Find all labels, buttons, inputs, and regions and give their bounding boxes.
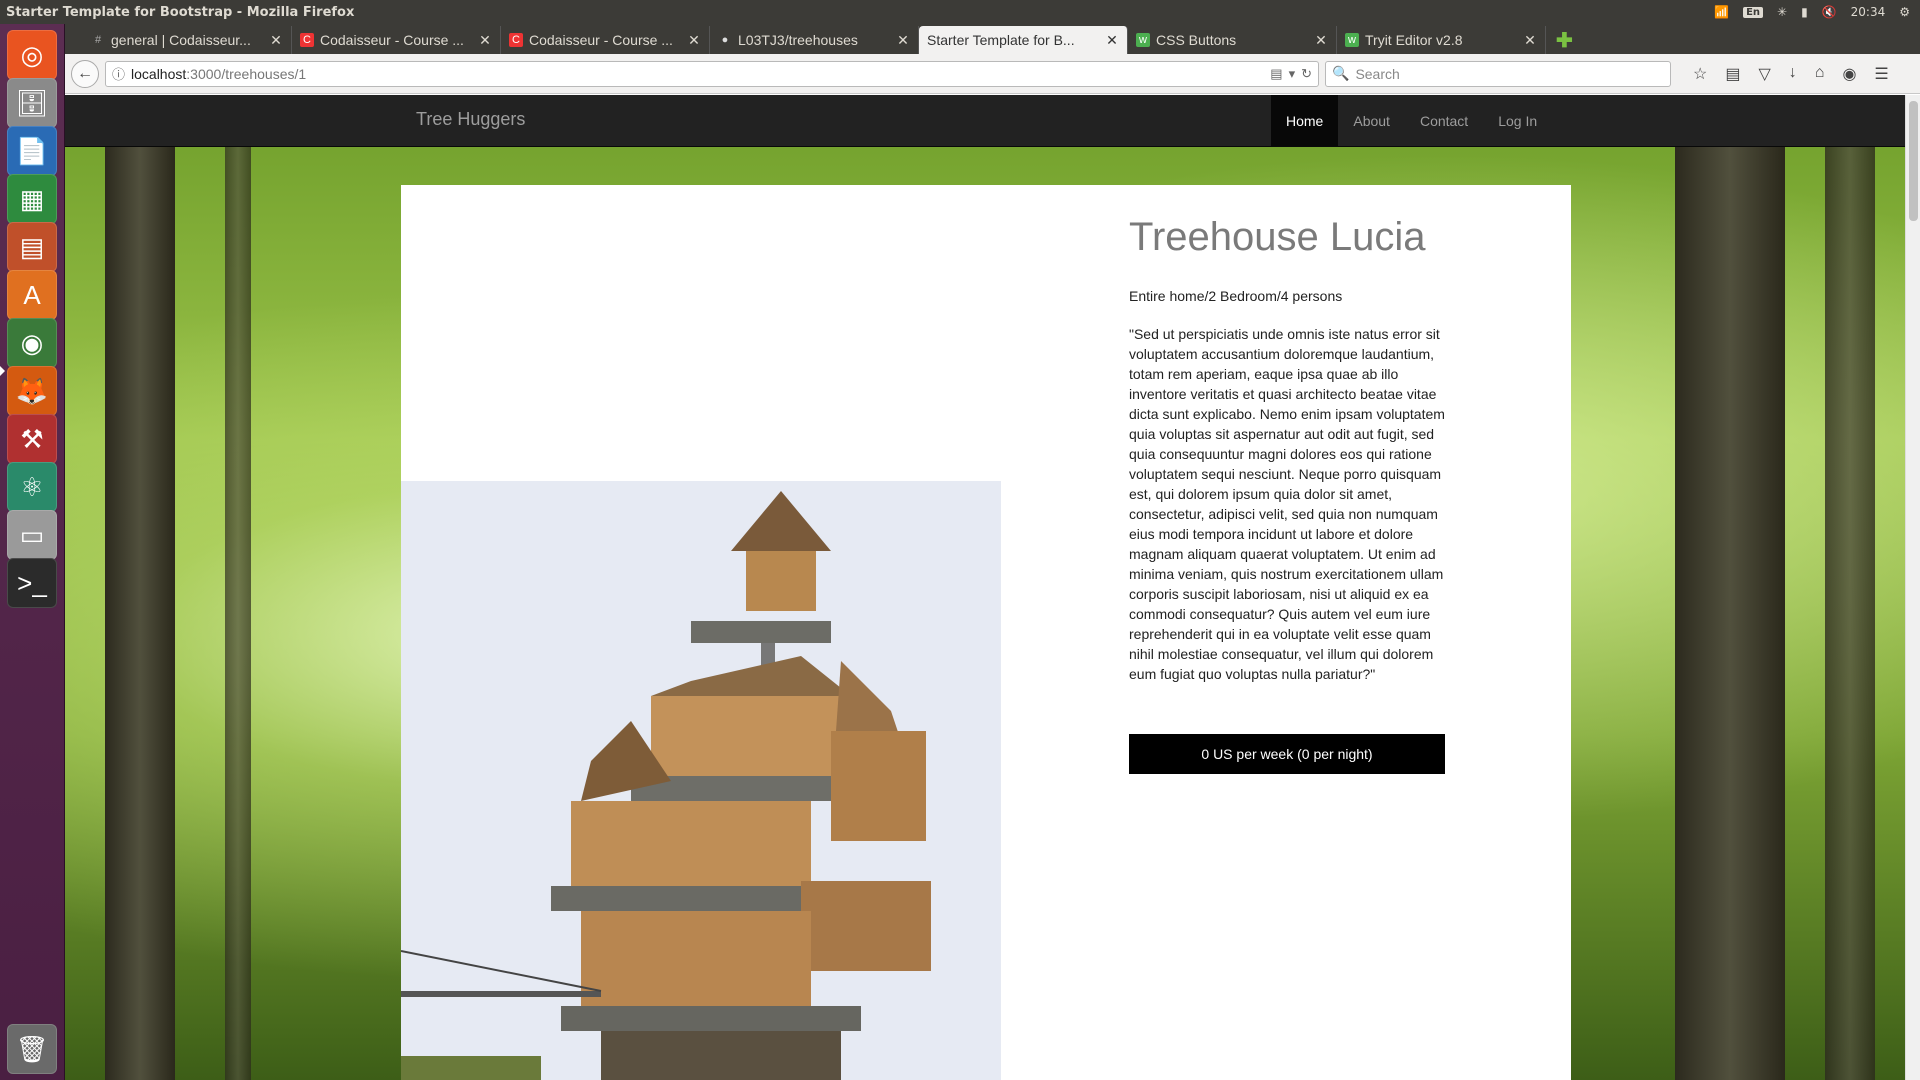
close-icon[interactable]: ✕ (687, 32, 701, 49)
w3schools-icon: w (1345, 33, 1359, 47)
menu-icon[interactable]: ☰ (1874, 64, 1888, 84)
tab-tryit-editor[interactable]: w Tryit Editor v2.8 ✕ (1337, 26, 1546, 54)
listing-description: "Sed ut perspiciatis unde omnis iste nat… (1129, 326, 1445, 682)
page-viewport: Tree Huggers Home About Contact Log In T… (65, 95, 1905, 1080)
tab-label: general | Codaisseur... (111, 32, 251, 48)
new-tab-plus-icon[interactable]: ✚ (1546, 26, 1583, 54)
trash-icon[interactable]: 🗑 (7, 1024, 57, 1074)
tree-trunk (1675, 95, 1785, 1080)
pocket-icon[interactable]: ▽ (1758, 64, 1770, 84)
bookmark-star-icon[interactable]: ☆ (1693, 64, 1707, 84)
disk-icon[interactable]: ▭ (7, 510, 57, 560)
close-icon[interactable]: ✕ (896, 32, 910, 49)
reader-view-icon[interactable]: ▤ (1270, 66, 1282, 82)
tree-trunk (105, 95, 175, 1080)
volume-icon[interactable]: 🔇 (1822, 5, 1837, 19)
keyboard-layout-indicator[interactable]: En (1743, 6, 1764, 18)
nav-about[interactable]: About (1338, 95, 1405, 147)
nav-home[interactable]: Home (1271, 95, 1339, 147)
tab-label: L03TJ3/treehouses (738, 32, 858, 48)
search-icon: 🔍 (1332, 65, 1350, 81)
url-path: :3000/treehouses/1 (186, 65, 307, 82)
system-top-panel: Starter Template for Bootstrap - Mozilla… (0, 0, 1920, 24)
atom-icon[interactable]: ⚛ (7, 462, 57, 512)
page-scrollbar[interactable] (1905, 95, 1920, 1080)
close-icon[interactable]: ✕ (1314, 32, 1328, 49)
tab-label: Codaisseur - Course ... (320, 32, 464, 48)
treehouse-illustration (401, 481, 1001, 1080)
url-host: localhost (131, 65, 187, 82)
dash-home-icon[interactable]: ◎ (7, 30, 57, 80)
tab-label: Tryit Editor v2.8 (1365, 32, 1463, 48)
site-brand[interactable]: Tree Huggers (416, 109, 525, 130)
hash-icon: # (94, 34, 102, 46)
scrollbar-thumb[interactable] (1909, 101, 1918, 221)
tab-label: CSS Buttons (1156, 32, 1237, 48)
treehouse-info: Treehouse Lucia Entire home/2 Bedroom/4 … (1129, 215, 1449, 774)
calc-icon[interactable]: ▦ (7, 174, 57, 224)
tab-bar: # general | Codaisseur... ✕ C Codaisseur… (65, 24, 1920, 54)
tab-github[interactable]: ● L03TJ3/treehouses ✕ (710, 26, 919, 54)
firefox-window: # general | Codaisseur... ✕ C Codaisseur… (65, 24, 1920, 1080)
settings-gear-icon[interactable]: ⚙ (1899, 5, 1910, 19)
url-text: localhost:3000/treehouses/1 (131, 66, 306, 82)
download-icon[interactable]: ↓ (1789, 64, 1797, 84)
navigation-toolbar: ← ⓘ localhost:3000/treehouses/1 ▤ ▾ ↻ 🔍 … (65, 54, 1920, 94)
codaisseur-icon: C (509, 33, 523, 47)
dropdown-arrow-icon[interactable]: ▾ (1289, 66, 1296, 82)
terminal-icon[interactable]: >_ (7, 558, 57, 608)
battery-icon[interactable]: ▮ (1801, 5, 1808, 19)
software-center-icon[interactable]: A (7, 270, 57, 320)
treehouse-photo (401, 481, 1001, 1080)
chat-icon[interactable]: ◉ (1842, 64, 1856, 84)
treehouse-detail-card: Treehouse Lucia Entire home/2 Bedroom/4 … (401, 185, 1571, 1080)
back-arrow-icon[interactable]: ← (71, 59, 99, 88)
search-placeholder: Search (1355, 65, 1400, 82)
close-icon[interactable]: ✕ (1523, 32, 1537, 49)
tab-label: Codaisseur - Course ... (529, 32, 673, 48)
page-title: Treehouse Lucia (1129, 215, 1426, 259)
system-settings-icon[interactable]: ⚒ (7, 414, 57, 464)
search-input[interactable]: 🔍 Search (1325, 60, 1671, 87)
writer-icon[interactable]: 📄 (7, 126, 57, 176)
tab-css-buttons[interactable]: w CSS Buttons ✕ (1128, 26, 1337, 54)
site-nav-links: Home About Contact Log In (1271, 95, 1552, 147)
w3schools-icon: w (1136, 33, 1150, 47)
wifi-icon[interactable]: 📶 (1714, 5, 1729, 19)
bookmarks-list-icon[interactable]: ▤ (1725, 64, 1740, 84)
price-button[interactable]: 0 US per week (0 per night) (1129, 734, 1445, 774)
impress-icon[interactable]: ▤ (7, 222, 57, 272)
chrome-icon[interactable]: ◉ (7, 318, 57, 368)
files-icon[interactable]: 🗄 (7, 78, 57, 128)
close-icon[interactable]: ✕ (269, 32, 283, 49)
reload-icon[interactable]: ↻ (1301, 66, 1312, 82)
tree-trunk (1825, 95, 1875, 1080)
home-icon[interactable]: ⌂ (1815, 64, 1825, 84)
window-title: Starter Template for Bootstrap - Mozilla… (6, 4, 355, 20)
unity-launcher: ◎ 🗄 📄 ▦ ▤ A ◉ 🦊 ⚒ ⚛ ▭ >_ 🗑 (0, 24, 65, 1080)
tab-codaisseur-2[interactable]: C Codaisseur - Course ... ✕ (501, 26, 710, 54)
url-bar[interactable]: ⓘ localhost:3000/treehouses/1 ▤ ▾ ↻ (105, 60, 1319, 87)
page-info-icon[interactable]: ⓘ (112, 64, 125, 83)
tree-trunk (225, 95, 251, 1080)
tab-slack[interactable]: # general | Codaisseur... ✕ (83, 26, 292, 54)
close-icon[interactable]: ✕ (478, 32, 492, 49)
github-icon: ● (721, 34, 729, 46)
tab-starter-template[interactable]: Starter Template for B... ✕ (919, 26, 1128, 54)
listing-summary: Entire home/2 Bedroom/4 persons (1129, 288, 1343, 304)
active-app-arrow (0, 366, 5, 376)
clock[interactable]: 20:34 (1851, 5, 1886, 19)
bluetooth-icon[interactable]: ✳ (1777, 5, 1787, 19)
tab-codaisseur-1[interactable]: C Codaisseur - Course ... ✕ (292, 26, 501, 54)
close-icon[interactable]: ✕ (1105, 32, 1119, 49)
nav-contact[interactable]: Contact (1405, 95, 1483, 147)
site-navbar: Tree Huggers Home About Contact Log In (65, 95, 1905, 147)
firefox-icon[interactable]: 🦊 (7, 366, 57, 416)
tab-label: Starter Template for B... (927, 32, 1075, 48)
nav-login[interactable]: Log In (1483, 95, 1552, 147)
codaisseur-icon: C (300, 33, 314, 47)
